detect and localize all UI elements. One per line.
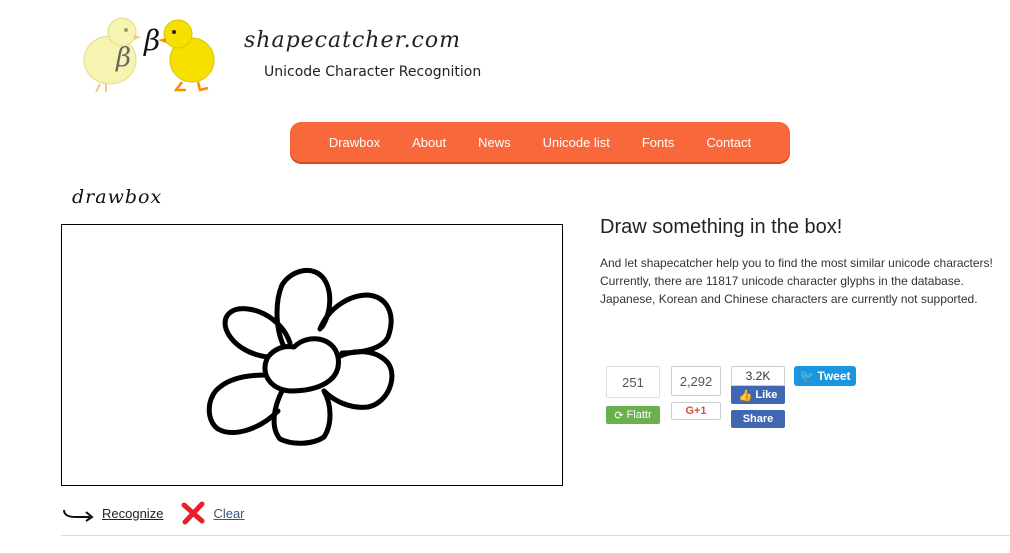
- facebook-share-button[interactable]: Share: [731, 410, 785, 428]
- nav-item-unicode-list[interactable]: Unicode list: [527, 135, 626, 150]
- glyph-count-prefix: Currently, there are: [600, 274, 706, 288]
- main-nav: Drawbox About News Unicode list Fonts Co…: [290, 122, 790, 162]
- facebook-widget: 3.2K 👍 Like Share: [731, 366, 785, 428]
- flattr-widget: 251 ⟳ Flattr: [606, 366, 660, 424]
- red-x-icon: [181, 501, 205, 525]
- nav-item-fonts[interactable]: Fonts: [626, 135, 691, 150]
- flower-drawing: [206, 268, 395, 446]
- site-logo[interactable]: β β: [70, 8, 230, 93]
- facebook-like-label: Like: [755, 389, 778, 401]
- return-arrow-icon: [63, 509, 94, 522]
- gplus-count: 2,292: [671, 366, 721, 396]
- description-line-1: And let shapecatcher help you to find th…: [600, 256, 993, 270]
- gplus-widget: 2,292 G+1: [671, 366, 721, 420]
- facebook-like-button[interactable]: 👍 Like: [731, 386, 785, 404]
- divider: [61, 535, 1010, 536]
- clear-action[interactable]: Clear: [181, 501, 245, 525]
- description-line-2: Currently, there are 11817 unicode chara…: [600, 272, 1000, 290]
- nav-item-news[interactable]: News: [462, 135, 527, 150]
- clear-link[interactable]: Clear: [213, 506, 244, 521]
- description: And let shapecatcher help you to find th…: [600, 254, 1000, 308]
- chicks-logo-icon: β β: [83, 17, 215, 93]
- twitter-bird-icon: 🐦: [799, 369, 815, 383]
- nav-item-contact[interactable]: Contact: [690, 135, 767, 150]
- beta-glyph: β: [115, 43, 131, 73]
- gplus-button[interactable]: G+1: [671, 402, 721, 420]
- description-line-3: Japanese, Korean and Chinese characters …: [600, 292, 978, 306]
- nav-item-about[interactable]: About: [396, 135, 462, 150]
- beta-glyph-dark: β: [143, 24, 160, 57]
- flattr-count: 251: [606, 366, 660, 398]
- nav-item-drawbox[interactable]: Drawbox: [313, 135, 396, 150]
- flattr-label: Flattr: [626, 409, 652, 421]
- glyph-count: 11817: [705, 274, 739, 288]
- tweet-label: Tweet: [817, 369, 851, 383]
- headline: Draw something in the box!: [600, 216, 843, 238]
- tweet-button[interactable]: 🐦 Tweet: [794, 366, 856, 386]
- drawbox-actions: Recognize Clear: [62, 500, 263, 526]
- glyph-count-suffix: unicode character glyphs in the database…: [738, 274, 964, 288]
- drawbox-title: drawbox: [72, 186, 163, 208]
- recognize-link[interactable]: Recognize: [102, 506, 163, 521]
- flattr-icon: ⟳: [614, 409, 624, 422]
- flattr-button[interactable]: ⟳ Flattr: [606, 406, 660, 424]
- site-title[interactable]: shapecatcher.com: [244, 28, 461, 53]
- site-subtitle: Unicode Character Recognition: [264, 64, 482, 80]
- drawing-canvas[interactable]: [61, 224, 563, 486]
- recognize-action[interactable]: Recognize: [62, 504, 163, 522]
- facebook-count: 3.2K: [731, 366, 785, 386]
- thumbs-up-icon: 👍: [738, 389, 753, 402]
